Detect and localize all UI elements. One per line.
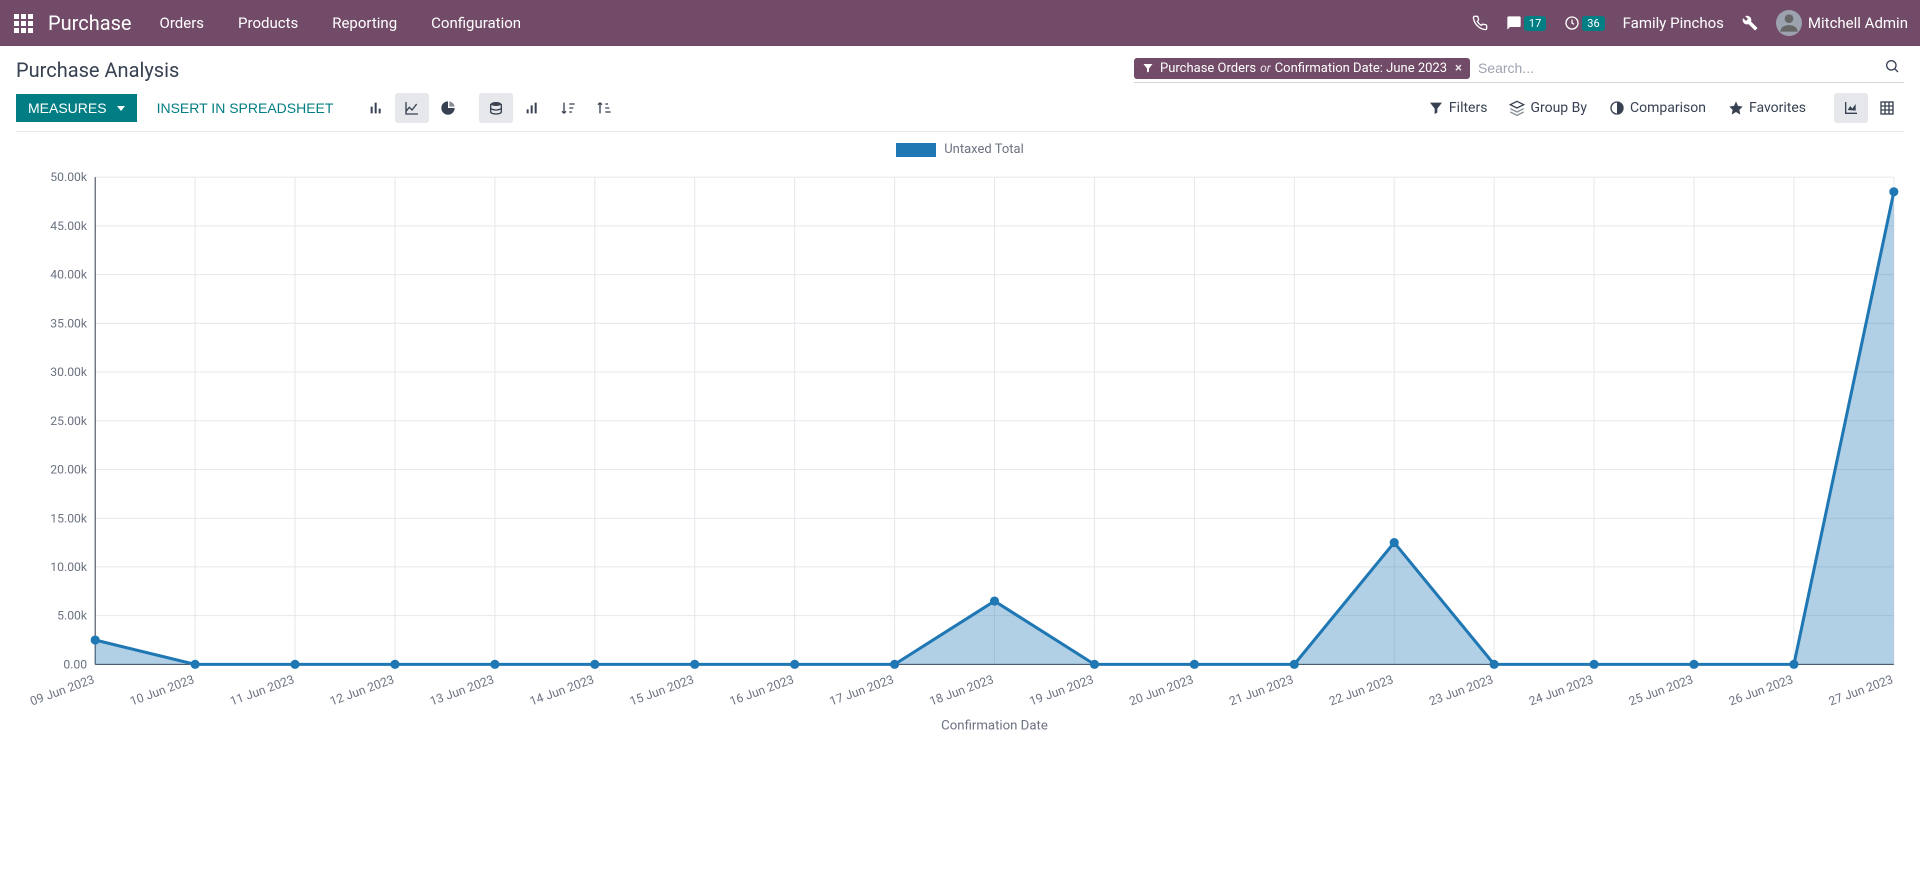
activities-badge: 36 bbox=[1582, 16, 1604, 31]
favorites-button[interactable]: Favorites bbox=[1728, 100, 1806, 116]
group-by-button[interactable]: Group By bbox=[1509, 100, 1587, 116]
messages-badge: 17 bbox=[1524, 16, 1546, 31]
view-switcher bbox=[1834, 93, 1904, 123]
svg-text:20.00k: 20.00k bbox=[50, 462, 88, 476]
svg-text:25.00k: 25.00k bbox=[50, 413, 88, 427]
app-brand[interactable]: Purchase bbox=[48, 11, 132, 35]
activities-icon[interactable]: 36 bbox=[1564, 15, 1604, 31]
sort-asc-icon[interactable] bbox=[515, 93, 549, 123]
svg-text:45.00k: 45.00k bbox=[50, 218, 88, 232]
measures-label: Measures bbox=[28, 100, 107, 116]
facet-value-b: Confirmation Date: June 2023 bbox=[1275, 61, 1447, 76]
svg-text:50.00k: 50.00k bbox=[50, 170, 88, 184]
facet-value-a: Purchase Orders bbox=[1160, 61, 1256, 76]
chevron-down-icon bbox=[117, 106, 125, 111]
menu-reporting[interactable]: Reporting bbox=[332, 14, 397, 32]
user-menu[interactable]: Mitchell Admin bbox=[1776, 10, 1908, 36]
svg-text:Confirmation Date: Confirmation Date bbox=[941, 718, 1048, 733]
measures-button[interactable]: Measures bbox=[16, 94, 137, 122]
svg-text:0.00: 0.00 bbox=[63, 657, 87, 671]
menu-products[interactable]: Products bbox=[238, 14, 298, 32]
legend-label: Untaxed Total bbox=[944, 142, 1023, 157]
search-input[interactable] bbox=[1476, 56, 1880, 80]
pie-chart-icon[interactable] bbox=[431, 93, 465, 123]
comparison-button[interactable]: Comparison bbox=[1609, 100, 1706, 116]
company-switcher[interactable]: Family Pinchos bbox=[1623, 14, 1724, 32]
chart-type-group bbox=[359, 93, 465, 123]
svg-text:35.00k: 35.00k bbox=[50, 316, 88, 330]
layers-icon bbox=[1509, 100, 1525, 116]
svg-text:30.00k: 30.00k bbox=[50, 365, 88, 379]
area-chart: 0.00 5.00k 10.00k 15.00k 20.00k 25.00k 30.00k 3… bbox=[16, 167, 1904, 735]
facet-remove-icon[interactable]: × bbox=[1455, 61, 1462, 76]
contrast-icon bbox=[1609, 100, 1625, 116]
phone-icon[interactable] bbox=[1472, 15, 1488, 31]
menu-configuration[interactable]: Configuration bbox=[431, 14, 521, 32]
control-panel: Purchase Analysis Purchase Orders or Con… bbox=[0, 46, 1920, 132]
bar-chart-icon[interactable] bbox=[359, 93, 393, 123]
debug-icon[interactable] bbox=[1742, 15, 1758, 31]
search-options: Filters Group By Comparison Favorites bbox=[1428, 100, 1806, 116]
avatar-icon bbox=[1776, 10, 1802, 36]
main-menu: Orders Products Reporting Configuration bbox=[160, 14, 522, 32]
legend-swatch bbox=[896, 143, 936, 157]
sort-desc-bars-icon[interactable] bbox=[551, 93, 585, 123]
chart-container: Untaxed Total 0.00 5.00k 10.00k 15.00k 20.00… bbox=[0, 132, 1920, 755]
graph-view-icon[interactable] bbox=[1834, 93, 1868, 123]
menu-orders[interactable]: Orders bbox=[160, 14, 205, 32]
page-title: Purchase Analysis bbox=[16, 58, 179, 82]
search-facet[interactable]: Purchase Orders or Confirmation Date: Ju… bbox=[1134, 58, 1470, 79]
chart-legend: Untaxed Total bbox=[16, 142, 1904, 161]
insert-spreadsheet-button[interactable]: Insert in Spreadsheet bbox=[145, 94, 346, 122]
navbar-right: 17 36 Family Pinchos Mitchell Admin bbox=[1472, 10, 1908, 36]
pivot-view-icon[interactable] bbox=[1870, 93, 1904, 123]
svg-text:5.00k: 5.00k bbox=[57, 608, 88, 622]
star-icon bbox=[1728, 100, 1744, 116]
apps-launcher-icon[interactable] bbox=[12, 12, 34, 34]
search-icon[interactable] bbox=[1880, 58, 1904, 78]
svg-text:15.00k: 15.00k bbox=[50, 511, 88, 525]
filters-button[interactable]: Filters bbox=[1428, 100, 1488, 116]
user-name: Mitchell Admin bbox=[1808, 14, 1908, 32]
messages-icon[interactable]: 17 bbox=[1506, 15, 1546, 31]
legend-item[interactable]: Untaxed Total bbox=[896, 142, 1023, 157]
search-bar[interactable]: Purchase Orders or Confirmation Date: Ju… bbox=[1134, 56, 1904, 83]
svg-text:10.00k: 10.00k bbox=[50, 559, 88, 573]
main-navbar: Purchase Orders Products Reporting Confi… bbox=[0, 0, 1920, 46]
chart-option-group bbox=[479, 93, 621, 123]
stacked-icon[interactable] bbox=[479, 93, 513, 123]
funnel-icon bbox=[1428, 100, 1444, 116]
facet-or: or bbox=[1260, 61, 1271, 75]
sort-asc-bars-icon[interactable] bbox=[587, 93, 621, 123]
line-chart-icon[interactable] bbox=[395, 93, 429, 123]
filter-icon bbox=[1142, 62, 1154, 74]
svg-text:40.00k: 40.00k bbox=[50, 267, 88, 281]
